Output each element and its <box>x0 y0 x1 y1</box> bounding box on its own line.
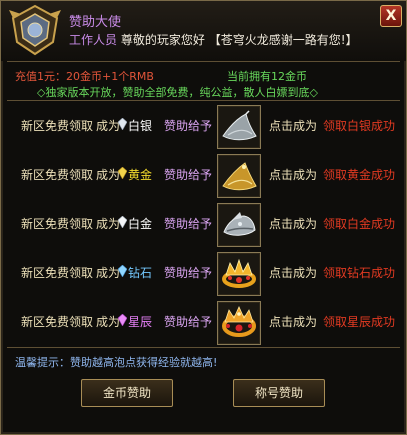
free-claim-label: 新区免费领取 <box>21 217 94 231</box>
gold-hat-icon <box>222 162 257 191</box>
claim-success-text: 领取白银成功 <box>323 119 396 133</box>
sponsor-row-platinum: 新区免费领取 成为 白金 赞助给予 点击成为 领取白金成功 <box>7 199 400 249</box>
silver-gem-icon <box>118 118 127 130</box>
click-become-button[interactable]: 点击成为 <box>269 264 317 281</box>
become-label: 成为 <box>96 168 121 182</box>
click-become-button[interactable]: 点击成为 <box>269 313 317 330</box>
sponsor-gift-label: 赞助给予 <box>164 119 213 133</box>
star-gem-icon <box>118 314 127 326</box>
platinum-helmet-icon <box>223 212 256 236</box>
diamond-gem-icon <box>118 265 127 277</box>
silver-hat-icon <box>222 110 257 141</box>
tier-name-diamond: 钻石 <box>128 266 153 280</box>
tier-name-gold: 黄金 <box>128 168 153 182</box>
current-gold: 当前拥有12金币 <box>227 70 307 83</box>
divider <box>7 347 400 348</box>
become-label: 成为 <box>96 119 121 133</box>
divider <box>7 61 400 62</box>
npc-greeting: 尊敬的玩家您好 <box>120 33 205 47</box>
tier-name-star: 星辰 <box>128 315 153 329</box>
npc-title: 赞助大使 <box>69 15 122 30</box>
item-slot[interactable] <box>217 301 261 345</box>
sponsor-gift-label: 赞助给予 <box>164 217 213 231</box>
item-slot[interactable] <box>217 105 261 149</box>
claim-success-text: 领取星辰成功 <box>323 315 396 329</box>
sponsor-row-star: 新区免费领取 成为 星辰 赞助给予 点击成为 领取星辰成功 <box>7 297 400 347</box>
tier-name-platinum: 白金 <box>128 217 153 231</box>
claim-success-text: 领取白金成功 <box>323 217 396 231</box>
version-notice: ◇独家版本开放，赞助全部免费，纯公益，散人白嫖到底◇ <box>37 86 318 99</box>
sponsor-row-silver: 新区免费领取 成为 白银 赞助给予 点击成为 领取白银成功 <box>7 101 400 151</box>
npc-thanks: 【苍穹火龙感谢一路有您!】 <box>208 33 358 47</box>
item-slot[interactable] <box>217 203 261 247</box>
become-label: 成为 <box>96 217 121 231</box>
sponsor-row-diamond: 新区免费领取 成为 钻石 赞助给予 点击成为 领取钻石成功 <box>7 248 400 298</box>
free-claim-label: 新区免费领取 <box>21 168 94 182</box>
claim-success-text: 领取钻石成功 <box>323 266 396 280</box>
npc-role: 工作人员 <box>69 33 118 47</box>
free-claim-label: 新区免费领取 <box>21 315 94 329</box>
sponsor-gift-label: 赞助给予 <box>164 168 213 182</box>
click-become-button[interactable]: 点击成为 <box>269 117 317 134</box>
click-become-button[interactable]: 点击成为 <box>269 166 317 183</box>
platinum-gem-icon <box>118 216 127 228</box>
warm-tip: 温馨提示：赞助越高泡点获得经验就越高! <box>15 356 218 369</box>
item-slot[interactable] <box>217 154 261 198</box>
diamond-crown-icon <box>222 258 256 288</box>
recharge-rate: 充值1元：20金币+1个RMB <box>15 70 154 83</box>
sponsor-gift-label: 赞助给予 <box>164 315 213 329</box>
gold-sponsor-button[interactable]: 金币赞助 <box>81 379 173 407</box>
sponsor-row-gold: 新区免费领取 成为 黄金 赞助给予 点击成为 领取黄金成功 <box>7 150 400 200</box>
dialog-header: 赞助大使 工作人员 尊敬的玩家您好 【苍穹火龙感谢一路有您!】 X <box>1 1 406 61</box>
tier-name-silver: 白银 <box>128 119 153 133</box>
item-slot[interactable] <box>217 252 261 296</box>
become-label: 成为 <box>96 315 121 329</box>
sponsor-dialog: 赞助大使 工作人员 尊敬的玩家您好 【苍穹火龙感谢一路有您!】 X 充值1元：2… <box>0 0 407 435</box>
npc-greeting-line: 工作人员 尊敬的玩家您好 【苍穹火龙感谢一路有您!】 <box>69 31 358 48</box>
sponsor-gift-label: 赞助给予 <box>164 266 213 280</box>
title-sponsor-button[interactable]: 称号赞助 <box>233 379 325 407</box>
star-crown-icon <box>222 306 256 337</box>
close-button[interactable]: X <box>380 5 402 27</box>
gold-gem-icon <box>118 167 127 179</box>
ambassador-emblem-icon <box>9 4 61 56</box>
become-label: 成为 <box>96 266 121 280</box>
claim-success-text: 领取黄金成功 <box>323 168 396 182</box>
free-claim-label: 新区免费领取 <box>21 119 94 133</box>
click-become-button[interactable]: 点击成为 <box>269 215 317 232</box>
free-claim-label: 新区免费领取 <box>21 266 94 280</box>
